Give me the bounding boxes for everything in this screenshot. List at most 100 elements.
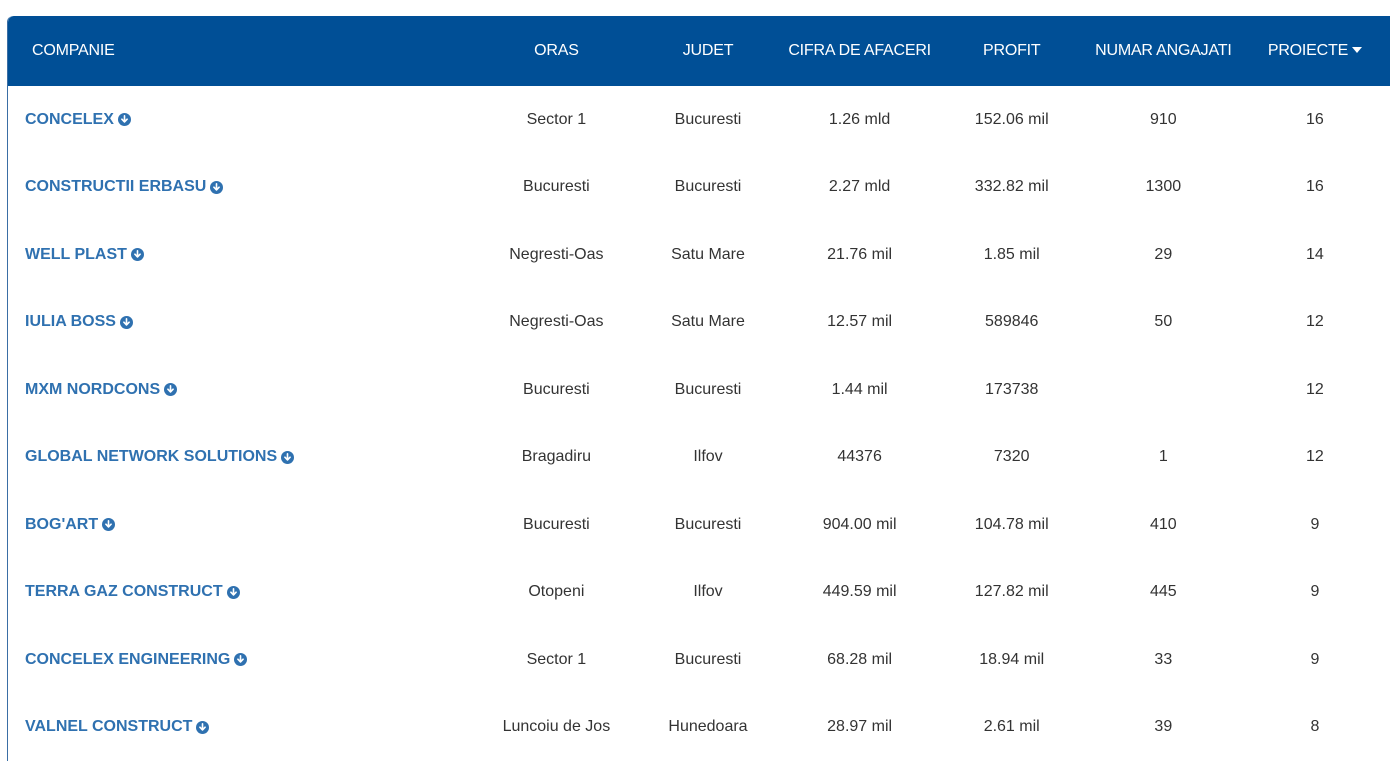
profit-cell: 332.82 mil — [974, 178, 1049, 196]
companies-table: COMPANIE ORAS JUDET CIFRA DE AFACERI PRO… — [7, 16, 1390, 761]
company-cell: CONSTRUCTII ERBASU — [8, 178, 480, 196]
company-link[interactable]: CONSTRUCTII ERBASU — [25, 178, 224, 196]
table-row: VALNEL CONSTRUCT Luncoiu de Jos Hunedoar… — [8, 694, 1390, 761]
company-cell: CONCELEX ENGINEERING — [8, 651, 480, 669]
cifra-de-afaceri-cell: 1.26 mld — [828, 110, 891, 128]
circle-arrow-down-icon[interactable] — [210, 180, 224, 194]
company-cell: GLOBAL NETWORK SOLUTIONS — [8, 448, 480, 466]
oras-cell: Otopeni — [528, 583, 585, 601]
header-profit[interactable]: PROFIT — [936, 42, 1088, 60]
profit-cell: 104.78 mil — [974, 515, 1049, 533]
company-link[interactable]: WELL PLAST — [25, 246, 144, 264]
cifra-de-afaceri-cell: 904.00 mil — [822, 515, 897, 533]
oras-cell: Sector 1 — [526, 110, 587, 128]
judet-cell: Bucuresti — [674, 650, 742, 668]
judet-cell: Satu Mare — [671, 245, 745, 263]
profit-cell: 127.82 mil — [974, 583, 1049, 601]
circle-arrow-down-icon[interactable] — [117, 113, 131, 127]
proiecte-cell: 9 — [1310, 583, 1320, 601]
table-row: CONSTRUCTII ERBASU Bucuresti Bucuresti 2… — [8, 154, 1390, 222]
proiecte-cell: 16 — [1306, 178, 1324, 196]
proiecte-cell: 14 — [1306, 245, 1324, 263]
header-company[interactable]: COMPANIE — [8, 42, 480, 60]
oras-cell: Negresti-Oas — [509, 313, 604, 331]
table-row: TERRA GAZ CONSTRUCT Otopeni Ilfov 449.59… — [8, 559, 1390, 627]
judet-cell: Bucuresti — [674, 178, 742, 196]
judet-cell: Bucuresti — [674, 110, 742, 128]
numar-angajati-cell: 910 — [1149, 110, 1177, 128]
profit-cell: 589846 — [985, 313, 1039, 331]
header-numar-angajati[interactable]: NUMAR ANGAJATI — [1088, 42, 1239, 60]
company-cell: VALNEL CONSTRUCT — [8, 718, 480, 736]
proiecte-cell: 8 — [1310, 718, 1320, 736]
company-cell: CONCELEX — [8, 111, 480, 129]
company-link[interactable]: IULIA BOSS — [25, 313, 133, 331]
oras-cell: Bragadiru — [521, 448, 592, 466]
oras-cell: Bucuresti — [523, 515, 590, 533]
header-judet[interactable]: JUDET — [632, 42, 783, 60]
company-link[interactable]: CONCELEX ENGINEERING — [25, 650, 248, 669]
cifra-de-afaceri-cell: 21.76 mil — [827, 245, 893, 263]
judet-cell: Bucuresti — [674, 515, 742, 533]
cifra-de-afaceri-cell: 12.57 mil — [827, 313, 893, 331]
company-link[interactable]: TERRA GAZ CONSTRUCT — [25, 583, 240, 601]
numar-angajati-cell: 1300 — [1145, 178, 1182, 196]
header-proiecte[interactable]: PROIECTE — [1239, 42, 1390, 60]
company-name: CONCELEX ENGINEERING — [25, 650, 231, 668]
table-row: IULIA BOSS Negresti-Oas Satu Mare 12.57 … — [8, 289, 1390, 357]
numar-angajati-cell: 39 — [1154, 718, 1173, 736]
judet-cell: Hunedoara — [668, 718, 748, 736]
company-link[interactable]: MXM NORDCONS — [25, 380, 178, 399]
numar-angajati-cell: 1 — [1158, 448, 1168, 466]
profit-cell: 1.85 mil — [983, 245, 1040, 263]
circle-arrow-down-icon[interactable] — [281, 450, 295, 464]
circle-arrow-down-icon[interactable] — [196, 720, 210, 734]
oras-cell: Bucuresti — [523, 178, 590, 196]
cifra-de-afaceri-cell: 2.27 mld — [828, 178, 891, 196]
table-row: CONCELEX Sector 1 Bucuresti 1.26 mld 152… — [8, 86, 1390, 154]
company-cell: IULIA BOSS — [8, 313, 480, 331]
cifra-de-afaceri-cell: 44376 — [837, 448, 882, 466]
cifra-de-afaceri-cell: 68.28 mil — [827, 650, 893, 668]
company-link[interactable]: GLOBAL NETWORK SOLUTIONS — [25, 448, 295, 466]
company-cell: TERRA GAZ CONSTRUCT — [8, 583, 480, 601]
header-proiecte-label: PROIECTE — [1267, 42, 1349, 59]
judet-cell: Bucuresti — [674, 380, 742, 398]
numar-angajati-cell: 50 — [1154, 313, 1173, 331]
proiecte-cell: 9 — [1310, 515, 1320, 533]
company-name: MXM NORDCONS — [25, 380, 161, 398]
proiecte-cell: 16 — [1306, 110, 1324, 128]
company-name: BOG'ART — [25, 515, 99, 533]
table-row: GLOBAL NETWORK SOLUTIONS Bragadiru Ilfov… — [8, 424, 1390, 492]
company-name: GLOBAL NETWORK SOLUTIONS — [25, 448, 278, 466]
circle-arrow-down-icon[interactable] — [164, 383, 178, 397]
circle-arrow-down-icon[interactable] — [234, 653, 248, 667]
company-link[interactable]: VALNEL CONSTRUCT — [25, 718, 210, 736]
company-name: CONCELEX — [25, 110, 114, 128]
table-row: WELL PLAST Negresti-Oas Satu Mare 21.76 … — [8, 221, 1390, 289]
company-cell: MXM NORDCONS — [8, 381, 480, 399]
judet-cell: Ilfov — [693, 583, 723, 601]
header-oras[interactable]: ORAS — [480, 42, 632, 60]
oras-cell: Negresti-Oas — [509, 245, 604, 263]
company-link[interactable]: BOG'ART — [25, 515, 116, 534]
table-row: BOG'ART Bucuresti Bucuresti 904.00 mil 1… — [8, 491, 1390, 559]
circle-arrow-down-icon[interactable] — [130, 248, 144, 262]
proiecte-cell: 12 — [1306, 380, 1324, 398]
proiecte-cell: 9 — [1310, 650, 1320, 668]
circle-arrow-down-icon[interactable] — [226, 585, 240, 599]
company-name: CONSTRUCTII ERBASU — [25, 178, 207, 196]
circle-arrow-down-icon[interactable] — [102, 518, 116, 532]
table-header: COMPANIE ORAS JUDET CIFRA DE AFACERI PRO… — [8, 16, 1390, 86]
circle-arrow-down-icon[interactable] — [119, 315, 133, 329]
company-name: WELL PLAST — [25, 245, 127, 263]
company-name: IULIA BOSS — [25, 313, 116, 331]
judet-cell: Ilfov — [693, 448, 723, 466]
cifra-de-afaceri-cell: 449.59 mil — [822, 583, 897, 601]
oras-cell: Sector 1 — [526, 650, 587, 668]
profit-cell: 7320 — [993, 448, 1030, 466]
cifra-de-afaceri-cell: 28.97 mil — [827, 718, 893, 736]
header-cifra-de-afaceri[interactable]: CIFRA DE AFACERI — [784, 42, 936, 60]
company-link[interactable]: CONCELEX — [25, 111, 131, 129]
caret-down-icon — [1352, 46, 1363, 53]
